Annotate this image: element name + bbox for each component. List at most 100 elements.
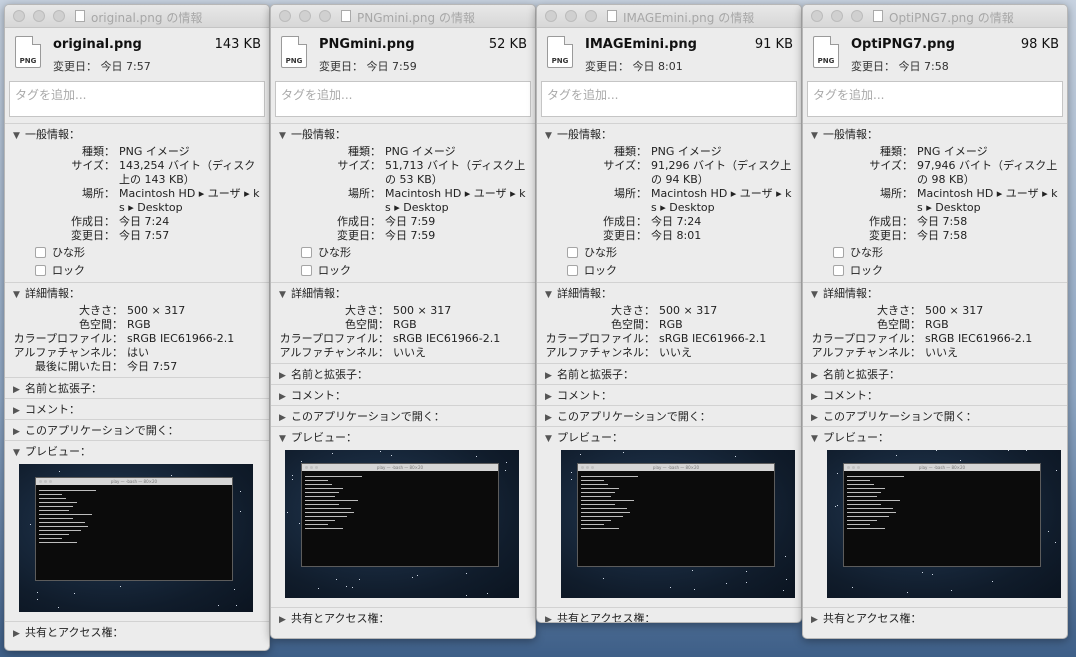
tag-input[interactable]: タグを追加... xyxy=(807,81,1063,117)
locked-checkbox[interactable]: ロック xyxy=(811,261,1067,279)
sharing-section-toggle[interactable]: ▶ 共有とアクセス権： xyxy=(811,611,1067,627)
name-ext-section-toggle[interactable]: ▶ 名前と拡張子： xyxy=(545,367,801,383)
created-value: 今日 7:58 xyxy=(917,215,968,228)
name-ext-section-toggle[interactable]: ▶ 名前と拡張子： xyxy=(279,367,535,383)
star-dot xyxy=(623,452,624,453)
preview-section-toggle[interactable]: ▼ プレビュー： xyxy=(279,430,535,446)
star-dot xyxy=(670,587,671,588)
alpha-value: いいえ xyxy=(659,346,692,359)
star-dot xyxy=(783,590,784,591)
general-section-toggle[interactable]: ▼ 一般情報： xyxy=(545,127,801,143)
general-section-toggle[interactable]: ▼ 一般情報： xyxy=(811,127,1067,143)
disclosure-down-icon: ▼ xyxy=(811,290,818,300)
open-with-section-toggle[interactable]: ▶ このアプリケーションで開く： xyxy=(279,409,535,425)
close-button[interactable] xyxy=(279,10,291,22)
preview-section-toggle[interactable]: ▼ プレビュー： xyxy=(811,430,1067,446)
file-name: original.png xyxy=(53,37,142,52)
color-space-value: RGB xyxy=(127,318,151,331)
open-with-section-toggle[interactable]: ▶ このアプリケーションで開く： xyxy=(811,409,1067,425)
stationery-checkbox[interactable]: ひな形 xyxy=(279,243,535,261)
file-name: PNGmini.png xyxy=(319,37,415,52)
minimize-button[interactable] xyxy=(33,10,45,22)
titlebar[interactable]: IMAGEmini.png の情報 xyxy=(537,5,801,28)
color-space-value: RGB xyxy=(925,318,949,331)
alpha-value: いいえ xyxy=(393,346,426,359)
titlebar[interactable]: original.png の情報 xyxy=(5,5,269,28)
tag-input[interactable]: タグを追加... xyxy=(541,81,797,117)
png-file-icon: PNG xyxy=(813,36,839,68)
info-window-pngmini: PNGmini.png の情報 PNG PNGmini.png 52 KB 変更… xyxy=(270,4,536,639)
more-info-section-toggle[interactable]: ▼ 詳細情報： xyxy=(279,286,535,302)
zoom-button[interactable] xyxy=(53,10,65,22)
disclosure-right-icon: ▶ xyxy=(811,371,818,381)
more-info-section-toggle[interactable]: ▼ 詳細情報： xyxy=(13,286,269,302)
name-ext-section-toggle[interactable]: ▶ 名前と拡張子： xyxy=(13,381,269,397)
general-section-toggle[interactable]: ▼ 一般情報： xyxy=(13,127,269,143)
titlebar[interactable]: OptiPNG7.png の情報 xyxy=(803,5,1067,28)
modified-value: 今日 7:57 xyxy=(119,229,170,242)
created-value: 今日 7:59 xyxy=(385,215,436,228)
star-dot xyxy=(571,479,572,480)
open-with-section-toggle[interactable]: ▶ このアプリケーションで開く： xyxy=(13,423,269,439)
document-icon xyxy=(341,10,351,22)
tag-input[interactable]: タグを追加... xyxy=(9,81,265,117)
sharing-section-toggle[interactable]: ▶ 共有とアクセス権： xyxy=(279,611,535,627)
file-size: 52 KB xyxy=(488,37,527,52)
name-ext-section-toggle[interactable]: ▶ 名前と拡張子： xyxy=(811,367,1067,383)
sharing-section-toggle[interactable]: ▶ 共有とアクセス権： xyxy=(13,625,269,641)
stationery-checkbox[interactable]: ひな形 xyxy=(13,243,269,261)
comments-section-toggle[interactable]: ▶ コメント： xyxy=(811,388,1067,404)
general-section-toggle[interactable]: ▼ 一般情報： xyxy=(279,127,535,143)
window-title: IMAGEmini.png の情報 xyxy=(623,11,755,25)
titlebar[interactable]: PNGmini.png の情報 xyxy=(271,5,535,28)
kind-value: PNG イメージ xyxy=(917,145,988,158)
comments-section-toggle[interactable]: ▶ コメント： xyxy=(545,388,801,404)
open-with-section-toggle[interactable]: ▶ このアプリケーションで開く： xyxy=(545,409,801,425)
zoom-button[interactable] xyxy=(851,10,863,22)
star-dot xyxy=(476,456,477,457)
stationery-checkbox[interactable]: ひな形 xyxy=(811,243,1067,261)
comments-section-toggle[interactable]: ▶ コメント： xyxy=(13,402,269,418)
locked-checkbox[interactable]: ロック xyxy=(279,261,535,279)
window-title: OptiPNG7.png の情報 xyxy=(889,11,1014,25)
close-button[interactable] xyxy=(545,10,557,22)
star-dot xyxy=(1055,542,1056,543)
close-button[interactable] xyxy=(811,10,823,22)
star-dot xyxy=(292,479,293,480)
modified-value: 今日 8:01 xyxy=(651,229,702,242)
star-dot xyxy=(786,579,787,580)
locked-checkbox[interactable]: ロック xyxy=(545,261,801,279)
star-dot xyxy=(785,556,786,557)
window-title: original.png の情報 xyxy=(91,11,203,25)
more-info-section-toggle[interactable]: ▼ 詳細情報： xyxy=(545,286,801,302)
comments-section-toggle[interactable]: ▶ コメント： xyxy=(279,388,535,404)
star-dot xyxy=(37,599,38,600)
where-value: Macintosh HD ▸ ユーザ ▸ ks ▸ Desktop xyxy=(119,187,260,214)
file-size: 98 KB xyxy=(1020,37,1059,52)
zoom-button[interactable] xyxy=(319,10,331,22)
star-dot xyxy=(746,582,747,583)
tag-input[interactable]: タグを追加... xyxy=(275,81,531,117)
star-dot xyxy=(1056,470,1057,471)
sharing-section-toggle[interactable]: ▶ 共有とアクセス権： xyxy=(545,611,801,622)
preview-section-toggle[interactable]: ▼ プレビュー： xyxy=(13,444,269,460)
star-dot xyxy=(487,593,488,594)
minimize-button[interactable] xyxy=(831,10,843,22)
terminal-thumbnail: play — -bash — 80×20 xyxy=(577,463,775,567)
star-dot xyxy=(417,575,418,576)
document-icon xyxy=(873,10,883,22)
minimize-button[interactable] xyxy=(565,10,577,22)
locked-checkbox[interactable]: ロック xyxy=(13,261,269,279)
minimize-button[interactable] xyxy=(299,10,311,22)
disclosure-right-icon: ▶ xyxy=(811,615,818,625)
preview-section-toggle[interactable]: ▼ プレビュー： xyxy=(545,430,801,446)
close-button[interactable] xyxy=(13,10,25,22)
zoom-button[interactable] xyxy=(585,10,597,22)
where-value: Macintosh HD ▸ ユーザ ▸ ks ▸ Desktop xyxy=(385,187,526,214)
star-dot xyxy=(951,590,952,591)
dimensions-value: 500 × 317 xyxy=(127,304,186,317)
preview-image: play — -bash — 80×20 xyxy=(827,450,1061,598)
more-info-section-toggle[interactable]: ▼ 詳細情報： xyxy=(811,286,1067,302)
stationery-checkbox[interactable]: ひな形 xyxy=(545,243,801,261)
color-profile-value: sRGB IEC61966-2.1 xyxy=(925,332,1033,345)
